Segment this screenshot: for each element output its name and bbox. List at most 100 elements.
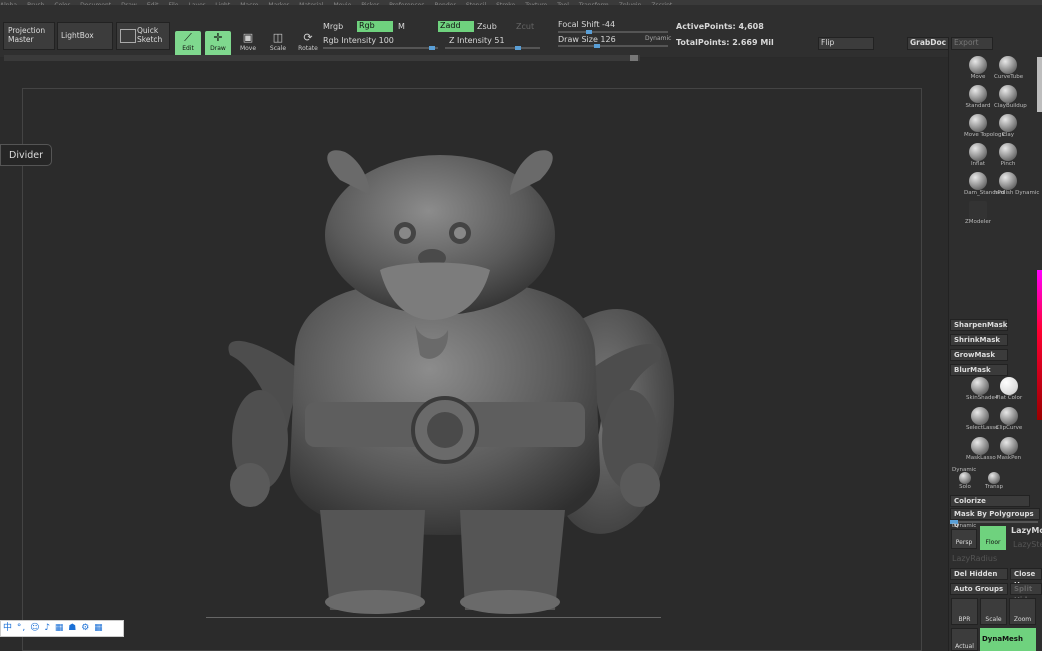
brush-label: Dam_Standard: [964, 190, 1005, 196]
solo-label: Solo: [959, 484, 971, 490]
brush-zmodeler[interactable]: ZModeler: [964, 201, 992, 225]
brush-icon: [999, 114, 1017, 132]
del-hidden-button[interactable]: Del Hidden: [950, 568, 1008, 580]
projection-master-button[interactable]: Projection Master: [3, 22, 55, 50]
mask-brush-icon: [971, 407, 989, 425]
solo-button[interactable]: Solo: [951, 472, 979, 490]
quick-sketch-button[interactable]: Quick Sketch: [116, 22, 170, 50]
edit-icon: ⟋: [184, 31, 192, 44]
tool-label: Rotate: [298, 45, 318, 52]
rgb-toggle[interactable]: Rgb: [357, 21, 393, 32]
growmask-button[interactable]: GrowMask: [950, 349, 1008, 361]
bpr-nav-button[interactable]: BPR: [951, 598, 978, 625]
scale-nav-button[interactable]: Scale: [980, 598, 1007, 625]
mask-brush-label: ClipCurve: [995, 425, 1023, 431]
sketch-icon: [120, 29, 136, 43]
rotate-tool-button[interactable]: ⟳ Rotate: [295, 31, 321, 57]
mrgb-toggle[interactable]: Mrgb: [323, 22, 343, 31]
mask-brush-skinshade4[interactable]: SkinShade4: [966, 377, 998, 401]
mask-brush-icon: [971, 377, 989, 395]
brush-label: Inflat: [970, 161, 986, 167]
split-hidden-button[interactable]: Split Hid: [1010, 583, 1042, 604]
active-points: ActivePoints: 4,608: [676, 22, 764, 31]
tool-label: Edit: [182, 45, 194, 52]
transp-button[interactable]: Transp: [980, 472, 1008, 490]
brush-pinch[interactable]: Pinch: [994, 143, 1022, 167]
brush-label: ZModeler: [965, 219, 991, 225]
brush-icon: [999, 143, 1017, 161]
lazyradius-slider[interactable]: LazyRadius: [952, 554, 997, 563]
ime-toolbar[interactable]: 中 °, ☺ ♪ ▦ ☗ ⚙ ▦: [0, 620, 124, 637]
m-toggle[interactable]: M: [398, 22, 405, 31]
lazymouse-button[interactable]: LazyMouse: [1011, 526, 1042, 535]
brush-curvetube[interactable]: CurveTube: [994, 56, 1023, 80]
mask-brush-maskpen[interactable]: MaskPen: [995, 437, 1023, 461]
floor-button[interactable]: Floor: [980, 526, 1006, 550]
actual-button[interactable]: Actual: [951, 628, 978, 651]
mask-brush-flat-color[interactable]: Flat Color: [995, 377, 1023, 401]
export-button[interactable]: Export: [951, 37, 993, 50]
brush-clay[interactable]: Clay: [994, 114, 1022, 138]
edit-tool-button[interactable]: ⟋ Edit: [175, 31, 201, 57]
transp-icon: [988, 472, 1000, 484]
draw-tool-button[interactable]: ✛ Draw: [205, 31, 231, 57]
mask-brush-clipcurve[interactable]: ClipCurve: [995, 407, 1023, 431]
dynamesh-button[interactable]: DynaMesh: [980, 628, 1036, 651]
brush-standard[interactable]: Standard: [964, 85, 992, 109]
brush-icon: [969, 85, 987, 103]
divider-tab[interactable]: Divider: [0, 144, 52, 166]
brush-label: hPolish Dynamic: [994, 190, 1040, 196]
grabdoc-button[interactable]: GrabDoc: [907, 37, 949, 50]
rgb-intensity-slider[interactable]: [323, 46, 438, 50]
dynamic-toggle[interactable]: Dynamic: [645, 35, 671, 42]
ground-line: [206, 617, 661, 618]
z-intensity-slider[interactable]: [445, 46, 540, 50]
zsub-toggle[interactable]: Zsub: [477, 22, 497, 31]
brush-label: ClayBuildup: [994, 103, 1027, 109]
brush-move-topologic[interactable]: Move Topologic: [964, 114, 1006, 138]
zadd-toggle[interactable]: Zadd: [438, 21, 474, 32]
z-intensity-label: Z Intensity 51: [449, 36, 505, 45]
mask-brush-selectlasso[interactable]: SelectLasso: [966, 407, 999, 431]
sharpenmask-button[interactable]: SharpenMask: [950, 319, 1008, 331]
scale-tool-button[interactable]: ◫ Scale: [265, 31, 291, 57]
lazystep-slider[interactable]: LazyStep: [1013, 540, 1042, 549]
move-icon: ▣: [242, 31, 254, 44]
brush-label: Clay: [1002, 132, 1014, 138]
rotate-icon: ⟳: [303, 31, 313, 44]
zoom-nav-button[interactable]: Zoom: [1009, 598, 1036, 625]
blurmask-button[interactable]: BlurMask: [950, 364, 1008, 376]
draw-icon: ✛: [213, 31, 223, 44]
horizontal-scrollbar[interactable]: [4, 55, 640, 61]
mask-by-polygroups-slider[interactable]: Mask By Polygroups 0: [950, 508, 1040, 529]
color-palette[interactable]: [1037, 270, 1042, 420]
auto-groups-button[interactable]: Auto Groups: [950, 583, 1008, 595]
sculpt-model[interactable]: [200, 140, 690, 620]
close-holes-button[interactable]: Close Ho: [1010, 568, 1042, 589]
zcut-toggle[interactable]: Zcut: [516, 22, 534, 31]
quick-sketch-label: Quick Sketch: [137, 26, 163, 44]
brush-inflat[interactable]: Inflat: [964, 143, 992, 167]
tool-label: Draw: [210, 45, 226, 52]
brush-icon: [969, 201, 987, 219]
brush-hpolish-dynamic[interactable]: hPolish Dynamic: [994, 172, 1040, 196]
lightbox-button[interactable]: LightBox: [57, 22, 113, 50]
brush-dam-standard[interactable]: Dam_Standard: [964, 172, 1005, 196]
focal-shift-slider[interactable]: [558, 30, 668, 34]
move-tool-button[interactable]: ▣ Move: [235, 31, 261, 57]
colorize-button[interactable]: Colorize: [950, 495, 1030, 507]
shrinkmask-button[interactable]: ShrinkMask: [950, 334, 1008, 346]
draw-size-slider[interactable]: [558, 44, 668, 48]
brush-move[interactable]: Move: [964, 56, 992, 80]
brush-icon: [999, 172, 1017, 190]
persp-button[interactable]: Persp: [951, 529, 977, 549]
brush-claybuildup[interactable]: ClayBuildup: [994, 85, 1027, 109]
brush-label: Pinch: [1000, 161, 1016, 167]
panel-scrollbar[interactable]: [1037, 57, 1042, 112]
flip-button[interactable]: Flip: [818, 37, 874, 50]
brush-label: Standard: [965, 103, 991, 109]
brush-icon: [969, 172, 987, 190]
mask-brush-masklasso[interactable]: MaskLasso: [966, 437, 996, 461]
solo-icon: [959, 472, 971, 484]
tool-label: Scale: [269, 45, 287, 52]
